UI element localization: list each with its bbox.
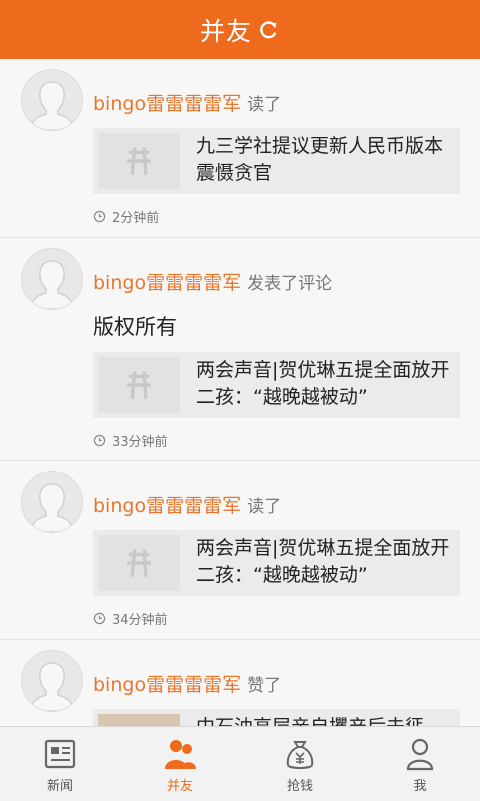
article-card[interactable]: 两会声音|贺优琳五提全面放开二孩：“越晚越被动” [93, 530, 460, 596]
action-text: 读了 [247, 497, 282, 517]
time-text: 34分钟前 [112, 613, 168, 628]
tab-money[interactable]: 抢钱 [240, 727, 360, 801]
article-title: 两会声音|贺优琳五提全面放开二孩：“越晚越被动” [196, 359, 450, 408]
tab-label: 抢钱 [286, 779, 313, 794]
article-title: 两会声音|贺优琳五提全面放开二孩：“越晚越被动” [196, 537, 450, 586]
article-thumbnail [98, 714, 180, 726]
feed-item: bingo雷雷雷雷军赞了 中石油高层亲自攫产后未惩 [0, 640, 480, 726]
feed-item: bingo雷雷雷雷军 读了 九三学社提议更新人民币版本 震慑贪官 2分钟前 [0, 59, 480, 238]
tab-news[interactable]: 新闻 [0, 727, 120, 801]
article-thumbnail [98, 357, 180, 413]
action-text: 赞了 [247, 676, 282, 696]
app-header: 并友 [0, 0, 480, 59]
refresh-icon[interactable] [258, 19, 280, 41]
article-thumbnail [98, 535, 180, 591]
avatar[interactable] [21, 69, 83, 131]
clock-icon [93, 434, 106, 447]
time-text: 2分钟前 [112, 211, 160, 226]
comment-text: 版权所有 [93, 315, 177, 339]
username[interactable]: bingo雷雷雷雷军 [93, 272, 241, 294]
username[interactable]: bingo雷雷雷雷军 [93, 93, 241, 115]
placeholder-logo-icon [127, 371, 151, 399]
timestamp: 34分钟前 [93, 609, 168, 628]
feed-item-header: bingo雷雷雷雷军 读了 [93, 491, 281, 518]
avatar[interactable] [21, 650, 83, 712]
feed-item: bingo雷雷雷雷军 读了 两会声音|贺优琳五提全面放开二孩：“越晚越被动” 34… [0, 461, 480, 640]
tab-label: 并友 [166, 779, 193, 794]
feed-item-header: bingo雷雷雷雷军 读了 [93, 89, 281, 116]
news-icon [43, 737, 77, 771]
clock-icon [93, 210, 106, 223]
tab-me[interactable]: 我 [360, 727, 480, 801]
article-title: 九三学社提议更新人民币版本 震慑贪官 [196, 135, 444, 184]
article-card[interactable]: 中石油高层亲自攫产后未惩 [93, 709, 460, 726]
tab-label: 新闻 [46, 779, 73, 794]
time-text: 33分钟前 [112, 435, 168, 450]
article-card[interactable]: 九三学社提议更新人民币版本 震慑贪官 [93, 128, 460, 194]
money-bag-icon [283, 737, 317, 771]
page-title: 并友 [199, 16, 252, 46]
placeholder-logo-icon [127, 549, 151, 577]
placeholder-logo-icon [127, 147, 151, 175]
tab-label: 我 [413, 779, 427, 794]
friend-feed[interactable]: bingo雷雷雷雷军 读了 九三学社提议更新人民币版本 震慑贪官 2分钟前 bin… [0, 59, 480, 726]
timestamp: 33分钟前 [93, 431, 168, 450]
person-icon [403, 737, 437, 771]
username[interactable]: bingo雷雷雷雷军 [93, 495, 241, 517]
article-thumbnail [98, 133, 180, 189]
friends-icon [163, 737, 197, 771]
feed-item: bingo雷雷雷雷军 发表了评论 版权所有 两会声音|贺优琳五提全面放开二孩：“越… [0, 238, 480, 461]
timestamp: 2分钟前 [93, 207, 159, 226]
action-text: 发表了评论 [247, 274, 333, 294]
tab-friends[interactable]: 并友 [120, 727, 240, 801]
clock-icon [93, 612, 106, 625]
username[interactable]: bingo雷雷雷雷军 [93, 674, 241, 696]
article-card[interactable]: 两会声音|贺优琳五提全面放开二孩：“越晚越被动” [93, 352, 460, 418]
feed-item-header: bingo雷雷雷雷军 发表了评论 [93, 268, 332, 295]
action-text: 读了 [247, 95, 282, 115]
article-title: 中石油高层亲自攫产后未惩 [196, 714, 450, 726]
bottom-tab-bar: 新闻 并友 抢钱 我 [0, 726, 480, 801]
avatar[interactable] [21, 248, 83, 310]
avatar[interactable] [21, 471, 83, 533]
feed-item-header: bingo雷雷雷雷军 赞了 [93, 670, 281, 697]
